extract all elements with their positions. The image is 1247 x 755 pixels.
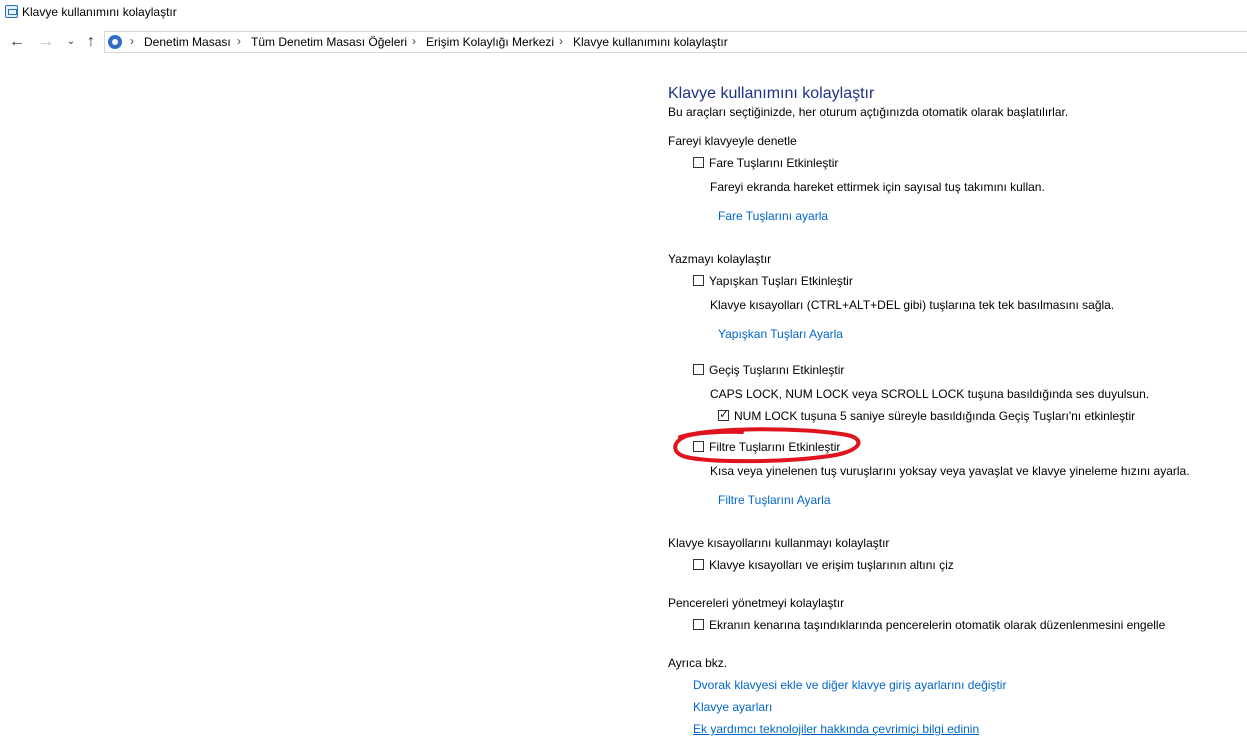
breadcrumb-current-page[interactable]: Klavye kullanımını kolaylaştır	[573, 35, 728, 49]
recent-locations-chevron-icon[interactable]: ⌄	[62, 33, 80, 51]
page-subtitle: Bu araçları seçtiğinizde, her oturum açt…	[668, 105, 1069, 119]
up-arrow-icon[interactable]: ↑	[82, 33, 100, 51]
see-also-link-keyboard-settings[interactable]: Klavye ayarları	[693, 700, 772, 714]
address-bar[interactable]: › Denetim Masası › Tüm Denetim Masası Öğ…	[104, 31, 1247, 53]
breadcrumb-separator-icon[interactable]: ›	[130, 34, 134, 48]
see-also-link-dvorak[interactable]: Dvorak klavyesi ekle ve diğer klavye gir…	[693, 678, 1006, 692]
mouse-keys-label[interactable]: Fare Tuşlarını Etkinleştir	[709, 156, 838, 170]
section-title-shortcuts: Klavye kısayollarını kullanmayı kolaylaş…	[668, 536, 894, 550]
num-lock-toggle-checkbox[interactable]	[718, 407, 729, 421]
sticky-keys-description: Klavye kısayolları (CTRL+ALT+DEL gibi) t…	[710, 298, 1115, 312]
control-panel-icon	[108, 35, 122, 49]
see-also-link-assistive-tech[interactable]: Ek yardımcı teknolojiler hakkında çevrim…	[693, 722, 979, 736]
back-arrow-icon[interactable]: ←	[8, 33, 26, 51]
mouse-keys-checkbox[interactable]	[693, 157, 704, 168]
window-title: Klavye kullanımını kolaylaştır	[22, 5, 177, 19]
sticky-keys-settings-link[interactable]: Yapışkan Tuşları Ayarla	[718, 327, 843, 341]
sticky-keys-label[interactable]: Yapışkan Tuşları Etkinleştir	[709, 274, 853, 288]
mouse-keys-settings-link[interactable]: Fare Tuşlarını ayarla	[718, 209, 828, 223]
breadcrumb-ease-of-access[interactable]: Erişim Kolaylığı Merkezi	[426, 35, 554, 49]
breadcrumb-control-panel[interactable]: Denetim Masası	[144, 35, 231, 49]
mouse-keys-description: Fareyi ekranda hareket ettirmek için say…	[710, 180, 1045, 194]
section-title-typing: Yazmayı kolaylaştır	[668, 252, 776, 266]
title-bar: Klavye kullanımını kolaylaştır	[0, 0, 1247, 24]
underline-shortcuts-label[interactable]: Klavye kısayolları ve erişim tuşlarının …	[709, 558, 954, 572]
underline-shortcuts-checkbox[interactable]	[693, 559, 704, 570]
prevent-snap-checkbox[interactable]	[693, 619, 704, 630]
control-panel-window-icon	[5, 5, 18, 18]
breadcrumb-separator-icon[interactable]: ›	[412, 34, 416, 48]
section-title-windows: Pencereleri yönetmeyi kolaylaştır	[668, 596, 849, 610]
num-lock-toggle-label[interactable]: NUM LOCK tuşuna 5 saniye süreyle basıldı…	[734, 409, 1135, 423]
section-title-mouse: Fareyi klavyeyle denetle	[668, 134, 801, 148]
toggle-keys-label[interactable]: Geçiş Tuşlarını Etkinleştir	[709, 363, 844, 377]
filter-keys-settings-link[interactable]: Filtre Tuşlarını Ayarla	[718, 493, 831, 507]
forward-arrow-icon[interactable]: →	[37, 33, 55, 51]
sticky-keys-checkbox[interactable]	[693, 275, 704, 286]
red-circle-annotation	[673, 427, 861, 464]
prevent-snap-label[interactable]: Ekranın kenarına taşındıklarında pencere…	[709, 618, 1165, 632]
toggle-keys-description: CAPS LOCK, NUM LOCK veya SCROLL LOCK tuş…	[710, 387, 1150, 401]
page-title: Klavye kullanımını kolaylaştır	[668, 85, 875, 102]
breadcrumb-separator-icon[interactable]: ›	[237, 34, 241, 48]
section-title-see-also: Ayrıca bkz.	[668, 656, 732, 670]
breadcrumb-all-items[interactable]: Tüm Denetim Masası Öğeleri	[251, 35, 407, 49]
toggle-keys-checkbox[interactable]	[693, 364, 704, 375]
breadcrumb-separator-icon[interactable]: ›	[559, 34, 563, 48]
